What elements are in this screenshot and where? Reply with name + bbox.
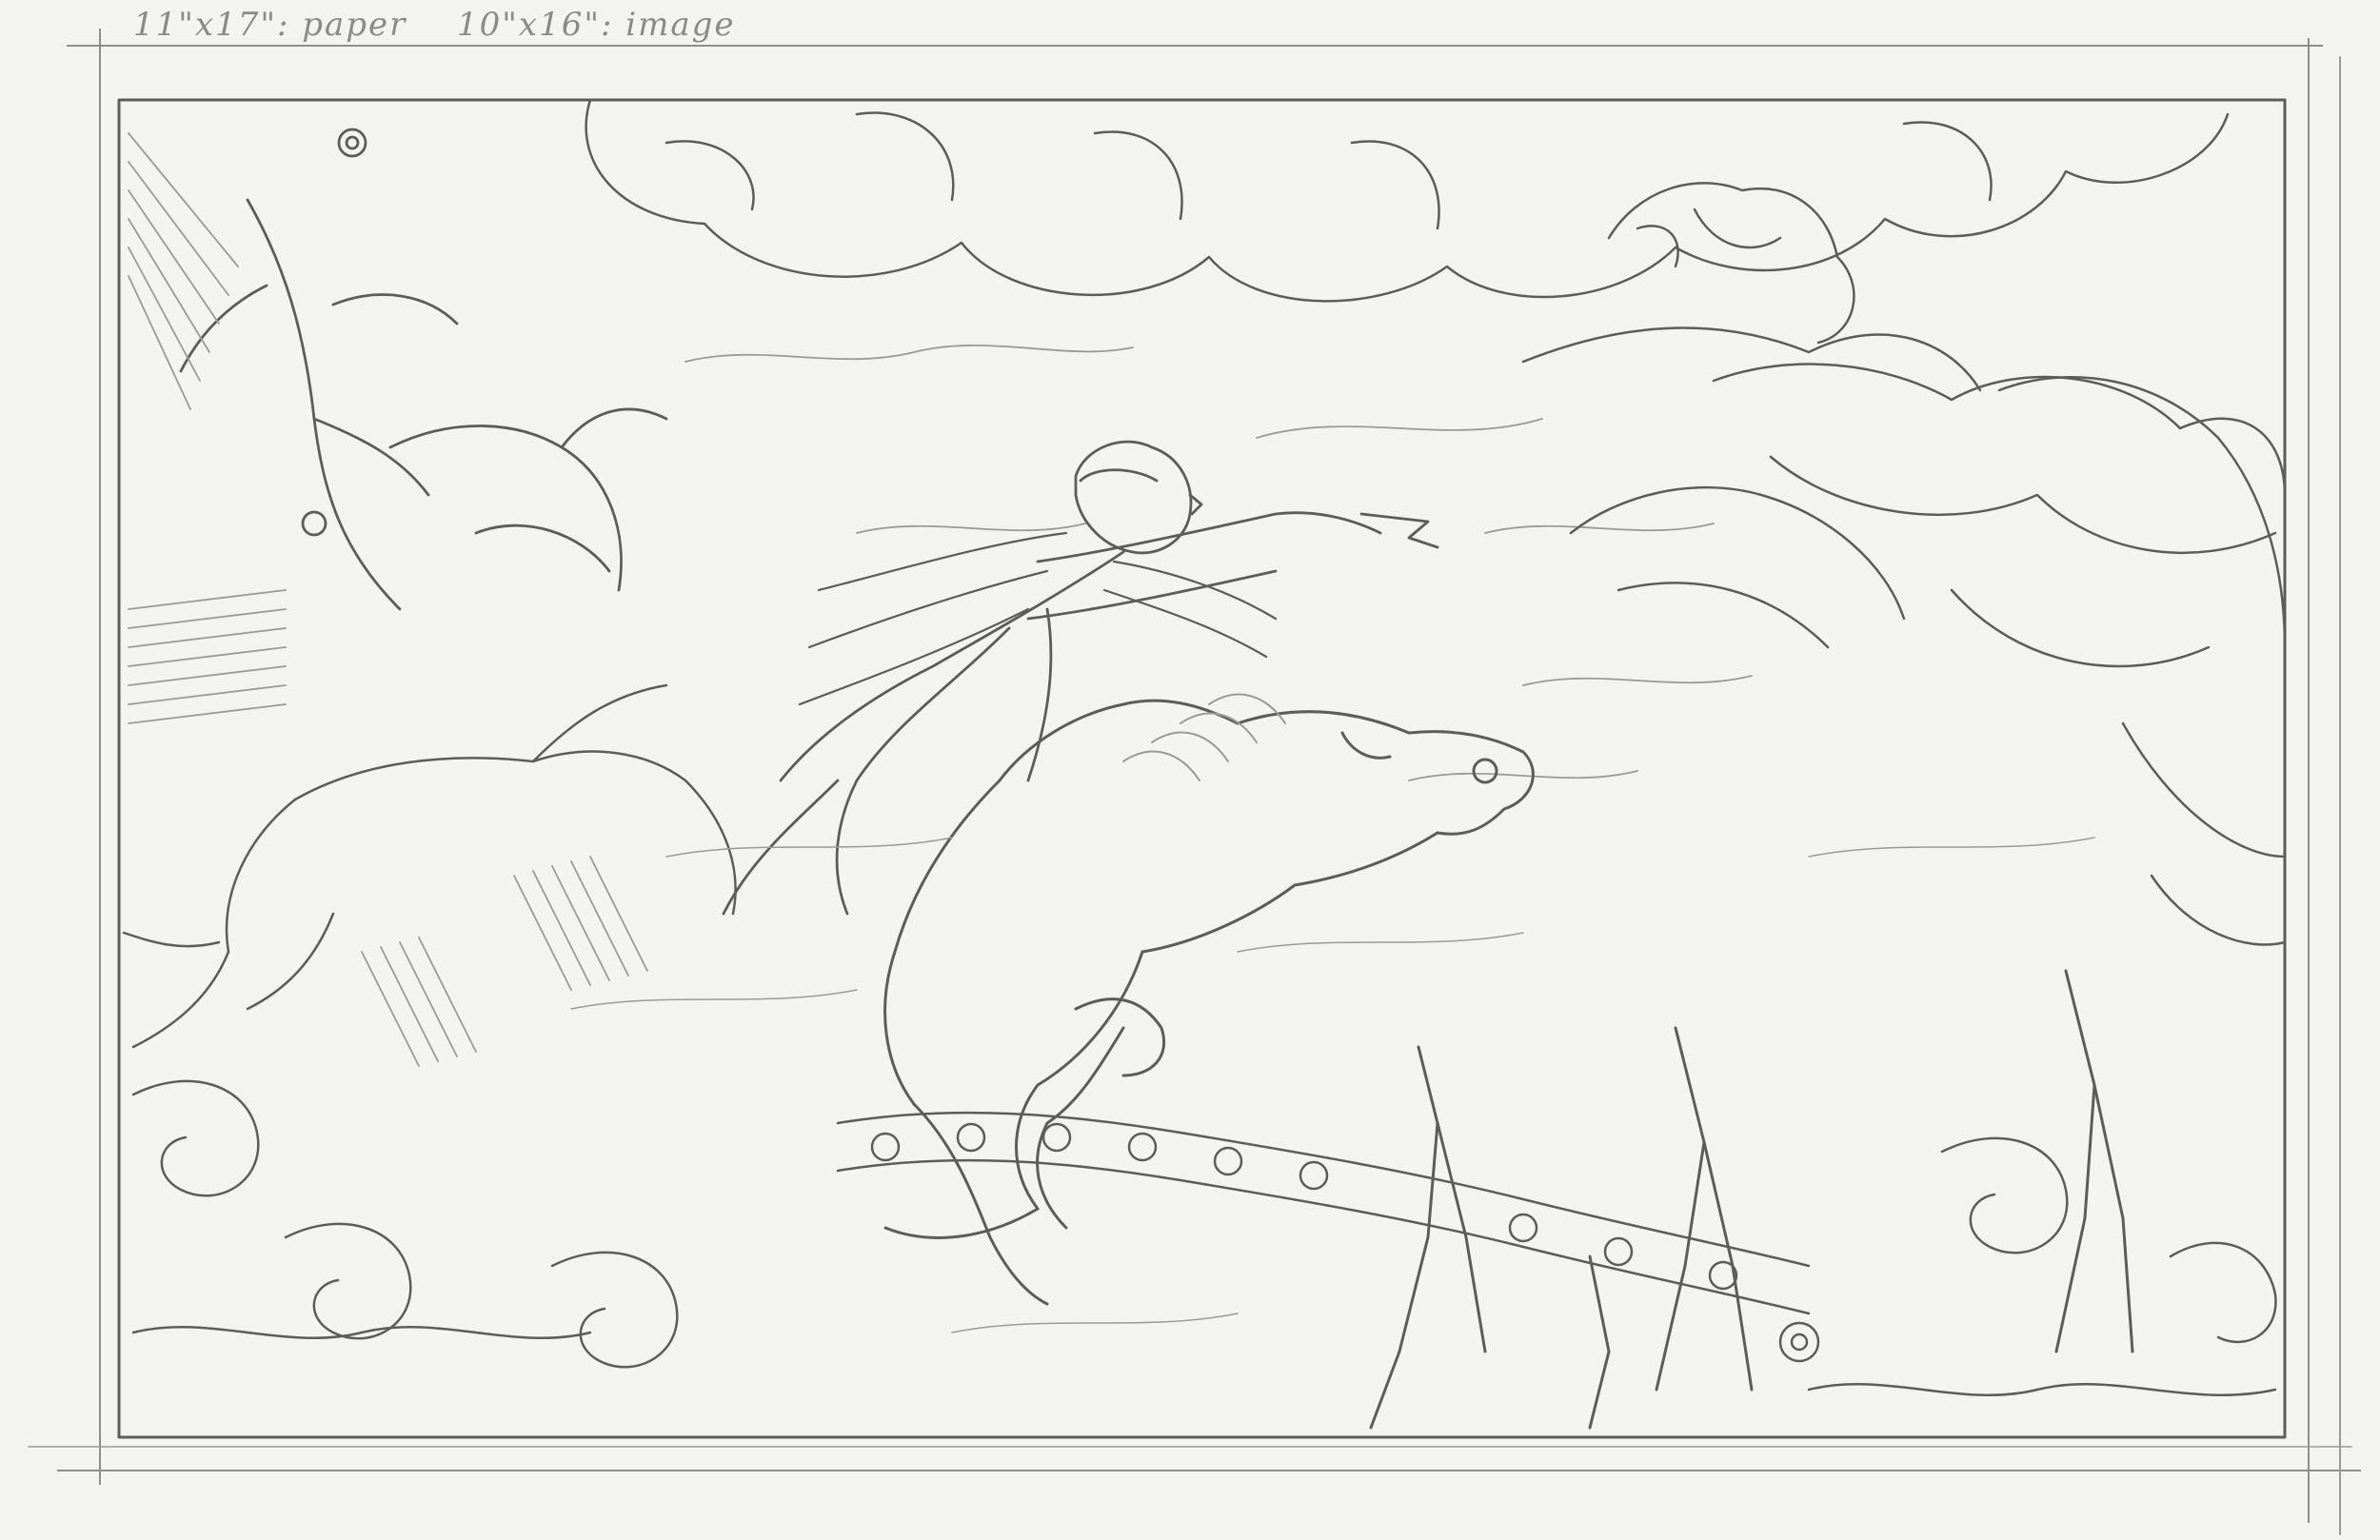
horse-mane <box>1122 693 1286 781</box>
background-horse <box>122 683 737 1049</box>
pencil-sketch-artwork <box>28 29 2361 1535</box>
trim-guides <box>28 29 2361 1535</box>
swirling-waves <box>131 1079 2277 1396</box>
tree-branches <box>179 128 668 611</box>
horse <box>883 699 1535 1306</box>
cloud-giant-arm <box>1569 376 2287 649</box>
sketch-sheet: 11"x17": paper 10"x16": image <box>0 0 2380 1540</box>
rock-spires <box>1369 969 2134 1430</box>
cloud-bank <box>585 98 2287 946</box>
construction-lines <box>570 837 2095 1333</box>
image-frame <box>117 98 2287 1439</box>
rider-figure <box>722 440 1439 916</box>
dragon-head <box>1521 182 1982 392</box>
hatched-columns <box>128 132 648 1067</box>
